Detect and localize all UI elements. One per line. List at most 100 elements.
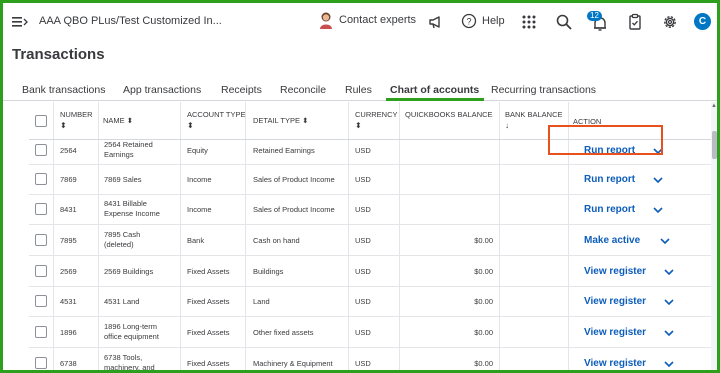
select-all-checkbox[interactable]: [35, 115, 47, 127]
row-checkbox[interactable]: [35, 173, 47, 185]
view-register-link[interactable]: View register: [584, 327, 646, 338]
account-number: 2564: [60, 146, 77, 155]
header-bank-balance-label: BANK BALANCE: [505, 110, 563, 119]
header-number[interactable]: NUMBER ⬍: [60, 110, 93, 131]
account-name-line2: Earnings: [104, 150, 134, 159]
gear-icon[interactable]: [661, 13, 679, 31]
row-checkbox[interactable]: [35, 234, 47, 246]
sort-icon: ⬍: [302, 116, 309, 125]
tab-receipts[interactable]: Receipts: [221, 84, 262, 96]
make-active-link[interactable]: Make active: [584, 235, 640, 246]
quickbooks-balance: $0.00: [474, 328, 493, 337]
top-bar: AAA QBO PLus/Test Customized In... Conta…: [3, 3, 717, 41]
account-number: 4531: [60, 297, 77, 306]
row-checkbox[interactable]: [35, 203, 47, 215]
header-qb-balance[interactable]: QUICKBOOKS BALANCE: [405, 110, 493, 120]
tab-bank-transactions[interactable]: Bank transactions: [22, 84, 105, 96]
currency: USD: [355, 146, 371, 155]
account-name: 2569 Buildings: [104, 267, 154, 276]
account-type: Fixed Assets: [187, 359, 230, 368]
app-window: AAA QBO PLus/Test Customized In... Conta…: [0, 0, 720, 373]
account-type: Bank: [187, 236, 205, 245]
view-register-link[interactable]: View register: [584, 296, 646, 307]
tab-rules[interactable]: Rules: [345, 84, 372, 96]
hamburger-menu-icon[interactable]: [12, 15, 28, 29]
currency: USD: [355, 175, 371, 184]
account-type: Fixed Assets: [187, 328, 230, 337]
tab-chart-of-accounts[interactable]: Chart of accounts: [390, 84, 479, 96]
table-row[interactable]: 7869 7869 Sales Income Sales of Product Inc…: [29, 165, 711, 195]
currency: USD: [355, 267, 371, 276]
sort-icon: ⬍: [355, 121, 362, 130]
help-circle-icon: ?: [461, 13, 477, 29]
company-name[interactable]: AAA QBO PLus/Test Customized In...: [39, 15, 222, 27]
header-currency-label: CURRENCY: [355, 110, 398, 119]
row-checkbox[interactable]: [35, 357, 47, 369]
detail-type: Other fixed assets: [253, 328, 314, 337]
detail-type: Sales of Product Income: [253, 175, 335, 184]
run-report-link[interactable]: Run report: [584, 204, 635, 215]
account-name: 7869 Sales: [104, 175, 142, 184]
chevron-down-icon[interactable]: [664, 269, 674, 275]
tab-recurring-transactions[interactable]: Recurring transactions: [491, 84, 596, 96]
table-row[interactable]: 7895 7895 Cash (deleted) Bank Cash on hand US…: [29, 225, 711, 256]
scroll-up-arrow-icon[interactable]: ▲: [711, 103, 717, 109]
view-register-link[interactable]: View register: [584, 266, 646, 277]
detail-type: Cash on hand: [253, 236, 300, 245]
scrollbar-thumb[interactable]: [712, 131, 717, 159]
help-button[interactable]: ? Help: [461, 13, 505, 29]
header-detail-type-label: DETAIL TYPE: [253, 116, 300, 125]
table-row[interactable]: 2569 2569 Buildings Fixed Assets Buildings U…: [29, 256, 711, 287]
view-register-link[interactable]: View register: [584, 358, 646, 369]
apps-grid-icon[interactable]: [520, 13, 538, 31]
account-name: 8431 Billable: [104, 199, 147, 208]
table-row[interactable]: 4531 4531 Land Fixed Assets Land USD $0.00 Vie…: [29, 287, 711, 317]
chevron-down-icon[interactable]: [660, 238, 670, 244]
chevron-down-icon[interactable]: [664, 299, 674, 305]
currency: USD: [355, 359, 371, 368]
chevron-down-icon[interactable]: [664, 330, 674, 336]
table-row[interactable]: 1896 1896 Long-term office equipment Fixed …: [29, 317, 711, 348]
row-checkbox[interactable]: [35, 326, 47, 338]
chevron-down-icon[interactable]: [664, 361, 674, 367]
search-icon[interactable]: [555, 13, 573, 31]
sort-icon: ⬍: [60, 121, 67, 130]
row-checkbox[interactable]: [35, 265, 47, 277]
header-name[interactable]: NAME ⬍: [103, 116, 133, 126]
table-row[interactable]: 8431 8431 Billable Expense Income Income Sal…: [29, 195, 711, 225]
header-currency[interactable]: CURRENCY ⬍: [355, 110, 398, 131]
row-checkbox[interactable]: [35, 144, 47, 156]
contact-experts-label: Contact experts: [339, 14, 417, 26]
quickbooks-balance: $0.00: [474, 359, 493, 368]
run-report-link[interactable]: Run report: [584, 174, 635, 185]
header-detail-type[interactable]: DETAIL TYPE ⬍: [253, 116, 308, 126]
tab-app-transactions[interactable]: App transactions: [123, 84, 201, 96]
account-name: 1896 Long-term: [104, 322, 157, 331]
tab-reconcile[interactable]: Reconcile: [280, 84, 326, 96]
account-type: Fixed Assets: [187, 297, 230, 306]
header-account-type[interactable]: ACCOUNT TYPE ⬍: [187, 110, 245, 131]
detail-type: Buildings: [253, 267, 284, 276]
quickbooks-balance: $0.00: [474, 267, 493, 276]
account-number: 6738: [60, 359, 77, 368]
help-label: Help: [482, 15, 505, 27]
account-number: 8431: [60, 205, 77, 214]
detail-type: Land: [253, 297, 270, 306]
contact-experts-button[interactable]: Contact experts: [319, 11, 416, 29]
account-name-line2: (deleted): [104, 240, 134, 249]
quickbooks-balance: $0.00: [474, 297, 493, 306]
sort-icon: ⬍: [126, 116, 134, 125]
sort-icon: ⬍: [187, 121, 194, 130]
account-number: 2569: [60, 267, 77, 276]
make-active-highlight: [548, 125, 663, 155]
currency: USD: [355, 205, 371, 214]
chevron-down-icon[interactable]: [653, 177, 663, 183]
account-type: Equity: [187, 146, 208, 155]
megaphone-icon[interactable]: [427, 13, 445, 31]
clipboard-icon[interactable]: [626, 13, 644, 31]
chevron-down-icon[interactable]: [653, 207, 663, 213]
user-avatar[interactable]: C: [694, 13, 711, 30]
notification-count-badge: 12: [587, 11, 602, 21]
row-checkbox[interactable]: [35, 295, 47, 307]
table-row[interactable]: 6738 6738 Tools, machinery, and Fixed Asset…: [29, 348, 711, 370]
